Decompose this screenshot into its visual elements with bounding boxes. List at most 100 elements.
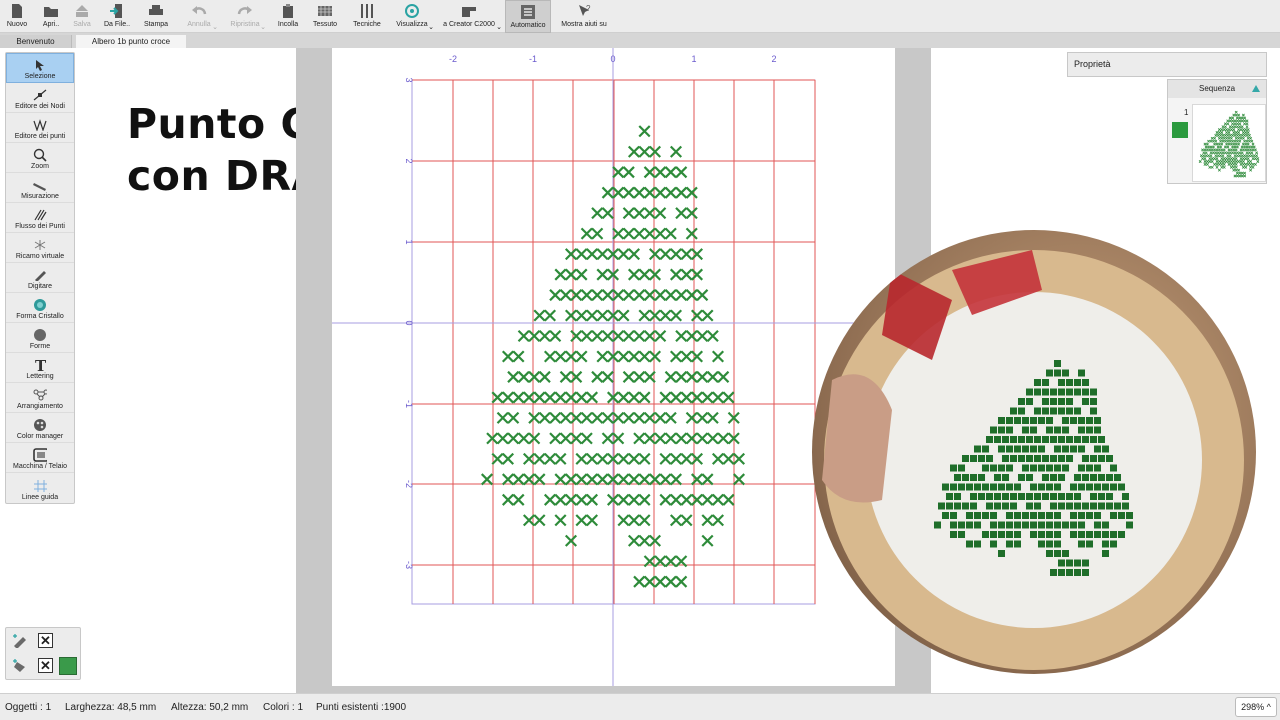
save-button[interactable]: Salva [68, 0, 96, 33]
tab-welcome[interactable]: Benvenuto [0, 35, 72, 48]
cross-stitch [696, 329, 709, 343]
cross-stitch [643, 227, 656, 240]
show-help-button[interactable]: ? Mostra aiuti su [556, 0, 612, 33]
cross-stitch [554, 473, 567, 486]
cross-stitch [643, 329, 656, 343]
cross-stitch [648, 145, 662, 158]
cross-stitch [675, 289, 688, 302]
open-button[interactable]: Apri.. [36, 0, 66, 33]
tool-digitize[interactable]: Digitare [6, 263, 74, 293]
tool-color-manager[interactable]: Color manager [6, 413, 74, 443]
cross-stitch [638, 534, 651, 547]
automatic-button[interactable]: Automatico [505, 0, 551, 33]
cross-stitch [617, 309, 630, 322]
cross-stitch [549, 329, 562, 343]
cross-stitch [575, 452, 588, 465]
guidelines-icon [33, 479, 47, 493]
cross-stitch [507, 370, 520, 383]
cross-stitch [701, 473, 714, 486]
view-dropdown-icon[interactable]: ⌄ [428, 23, 434, 31]
cross-stitch [654, 166, 667, 179]
cross-stitch [591, 289, 604, 302]
tool-measure[interactable]: Misurazione [6, 173, 74, 203]
tool-stitch-flow[interactable]: Flusso dei Punti [6, 203, 74, 233]
cross-stitch [627, 248, 641, 261]
tool-lettering[interactable]: T Lettering [6, 353, 74, 383]
undo-dropdown-icon[interactable]: ⌄ [212, 23, 218, 31]
cross-stitch [696, 432, 709, 445]
undo-button[interactable]: Annulla ⌄ [182, 0, 218, 33]
cross-stitch [538, 329, 551, 343]
y-tick-label: -1 [404, 400, 414, 408]
shapes-icon [33, 328, 47, 342]
cross-stitch [617, 514, 630, 527]
tool-guidelines[interactable]: Linee guida [6, 473, 74, 503]
new-button[interactable]: Nuovo [2, 0, 32, 33]
tool-machine-hoop[interactable]: Macchina / Telaio [6, 443, 74, 473]
cross-stitch [717, 370, 730, 383]
tool-stitch-editor[interactable]: Editore dei punti [6, 113, 74, 143]
save-icon [74, 3, 90, 19]
redo-button[interactable]: Ripristina ⌄ [226, 0, 266, 33]
cross-stitch [633, 575, 646, 588]
cross-stitch [496, 411, 509, 424]
main-toolbar: Nuovo Apri.. Salva Da File.. Stampa Annu… [0, 0, 1280, 33]
tool-zoom[interactable]: Zoom [6, 143, 74, 173]
cross-stitch [659, 248, 672, 261]
cross-stitch [622, 227, 635, 240]
tool-shapes[interactable]: Forme [6, 323, 74, 353]
cross-stitch [559, 370, 572, 383]
cross-stitch [732, 473, 746, 486]
sewing-machine-icon [461, 3, 477, 19]
print-button[interactable]: Stampa [140, 0, 172, 33]
cross-stitch [664, 370, 677, 383]
design-canvas[interactable]: -2 -1 0 1 2 3 2 1 0 -1 -2 -3 [332, 48, 895, 686]
tool-palette: Selezione Editore dei Nodi Editore dei p… [5, 52, 75, 504]
cross-stitch [554, 350, 567, 363]
cross-stitch [528, 432, 541, 445]
fill-color-swatch[interactable] [59, 657, 77, 675]
send-to-creator-button[interactable]: a Creator C2000 ⌄ [438, 0, 502, 33]
ruler-icon [33, 178, 47, 192]
sequence-panel: Sequenza 1 [1167, 79, 1267, 184]
tab-current-document[interactable]: Albero 1b punto croce [76, 35, 186, 48]
svg-text:?: ? [586, 4, 591, 13]
properties-header[interactable]: Proprietà [1067, 52, 1267, 77]
collapse-triangle-icon[interactable] [1252, 85, 1260, 92]
techniques-button[interactable]: Tecniche [350, 0, 384, 33]
cross-stitch [669, 514, 683, 527]
tool-virtual-embroidery[interactable]: Ricamo virtuale [6, 233, 74, 263]
cross-stitch [675, 329, 688, 343]
sequence-header[interactable]: Sequenza [1168, 80, 1266, 98]
fabric-button[interactable]: Tessuto [310, 0, 340, 33]
tool-arrangement[interactable]: Arrangiamento [6, 383, 74, 413]
paste-button[interactable]: Incolla [274, 0, 302, 33]
zoom-level-dropdown[interactable]: 298% ^ [1235, 697, 1277, 717]
tool-crystal-shape[interactable]: Forma Cristallo [6, 293, 74, 323]
creator-dropdown-icon[interactable]: ⌄ [496, 23, 502, 31]
open-folder-icon [43, 3, 59, 19]
cross-stitch [528, 411, 541, 424]
fill-bucket-icon[interactable] [12, 659, 30, 678]
cross-stitch [575, 493, 588, 506]
cross-stitch [512, 473, 525, 486]
fill-none-swatch[interactable]: ✕ [38, 658, 53, 673]
cross-stitch [675, 575, 688, 588]
from-file-button[interactable]: Da File.. [100, 0, 134, 33]
cross-stitch [491, 452, 504, 465]
outline-none-swatch[interactable]: ✕ [38, 633, 53, 648]
view-icon [404, 3, 420, 19]
outline-pen-icon[interactable] [12, 634, 30, 653]
cross-stitch [564, 350, 578, 363]
cross-stitch [564, 473, 578, 486]
tool-node-editor[interactable]: Editore dei Nodi [6, 83, 74, 113]
status-objects: Oggetti : 1 [5, 702, 52, 713]
x-tick-label: 2 [771, 54, 776, 64]
view-button[interactable]: Visualizza ⌄ [392, 0, 434, 33]
sequence-thumbnail[interactable] [1192, 104, 1266, 182]
sequence-color-swatch[interactable] [1172, 122, 1188, 138]
cross-stitch [638, 514, 651, 527]
tool-selection[interactable]: Selezione [6, 53, 74, 83]
cross-stitch [685, 329, 698, 343]
redo-dropdown-icon[interactable]: ⌄ [260, 23, 266, 31]
